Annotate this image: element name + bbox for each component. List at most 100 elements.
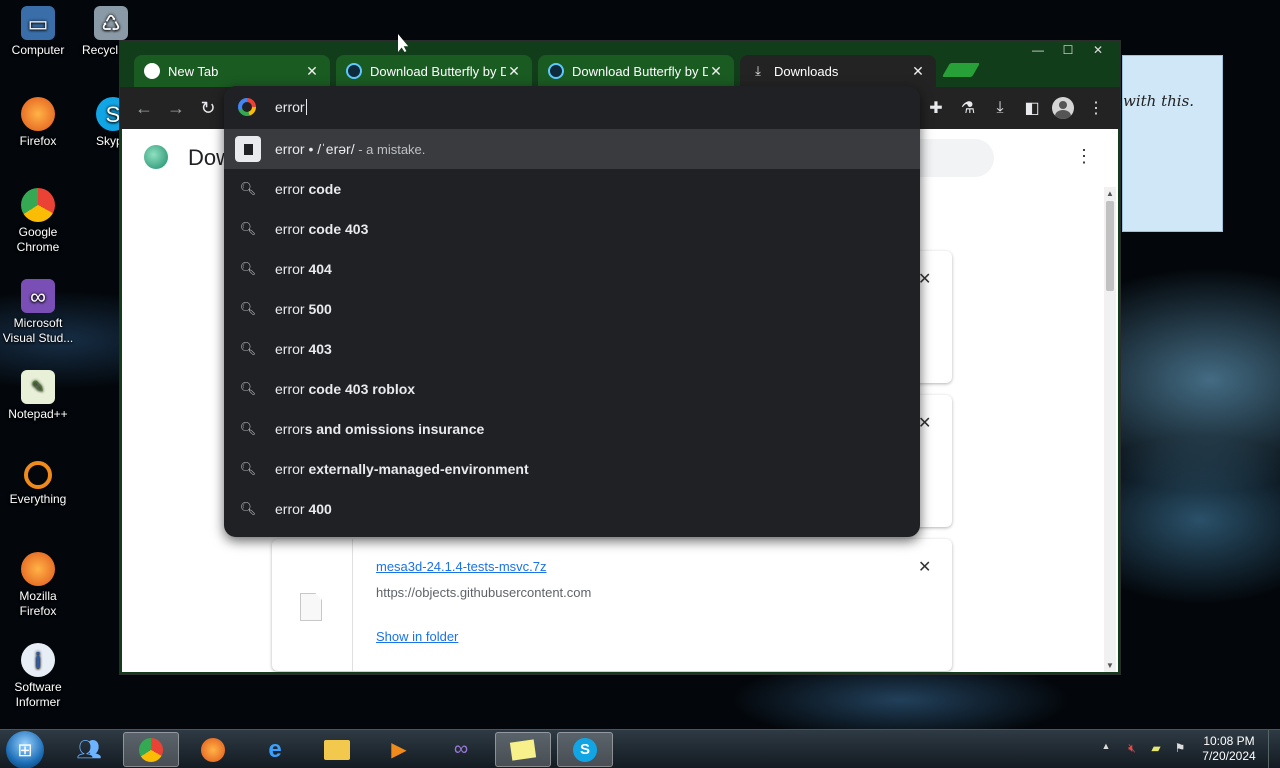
tab-close-icon[interactable]: ✕ [910,63,926,80]
remove-download-icon[interactable]: ✕ [918,413,931,433]
suggestion-item[interactable]: 🔍︎ error externally-managed-environment [224,449,920,489]
taskbar-skype[interactable]: S [557,732,613,767]
google-logo-icon [238,98,256,116]
tab-downloads[interactable]: ⤓ Downloads ✕ [740,55,936,87]
tab-close-icon[interactable]: ✕ [708,63,724,80]
forward-arrow-icon[interactable]: → [164,96,188,120]
download-icon: ⤓ [755,63,761,78]
page-scrollbar[interactable]: ▲ ▼ [1104,187,1116,672]
scroll-down-arrow-icon[interactable]: ▼ [1104,661,1116,670]
messenger-icon: 👥︎ [76,739,102,761]
tab-download-butterfly-2[interactable]: Download Butterfly by D ✕ [538,55,734,87]
search-icon: 🔍︎ [239,421,257,436]
firefox-icon [201,737,225,762]
suggestion-item[interactable]: 🔍︎ error code 403 roblox [224,369,920,409]
suggestion-item[interactable]: 🔍︎ error 403 [224,329,920,369]
butterfly-icon [346,63,362,79]
remove-download-icon[interactable]: ✕ [918,557,931,577]
action-center-icon[interactable]: ▰ [1148,741,1164,755]
firefox-icon [21,552,55,586]
desktop-icon-skype[interactable]: S Skyp [82,97,130,149]
tab-download-butterfly-1[interactable]: Download Butterfly by D ✕ [336,55,532,87]
everything-search-icon [24,461,52,489]
desktop-icon-firefox[interactable]: Firefox [0,97,76,149]
search-icon: 🔍︎ [239,221,257,236]
scroll-up-arrow-icon[interactable]: ▲ [1104,189,1116,198]
show-hidden-icons-chevron-icon[interactable]: ▲ [1098,741,1114,751]
flag-icon[interactable]: ⚑ [1172,741,1188,755]
tab-close-icon[interactable]: ✕ [506,63,522,80]
extensions-puzzle-icon[interactable]: ✚ [924,96,948,120]
system-clock[interactable]: 10:08 PM 7/20/2024 [1196,734,1262,764]
suggestion-dictionary[interactable]: error • /ˈerər/ - a mistake. [224,129,920,169]
suggestion-item[interactable]: 🔍︎ error 400 [224,489,920,529]
download-icon[interactable]: ⤓ [988,96,1012,120]
desktop-icon-visual-studio[interactable]: ∞ Microsoft Visual Stud... [0,279,76,346]
desktop-icon-software-informer[interactable]: i Software Informer [0,643,76,710]
suggestion-item[interactable]: 🔍︎ error 404 [224,249,920,289]
maximize-icon[interactable]: ☐ [1054,41,1082,59]
new-tab-button[interactable] [941,63,981,77]
search-icon: 🔍︎ [239,461,257,476]
taskbar-messenger[interactable]: 👥︎ [61,732,117,767]
suggestion-item[interactable]: 🔍︎ error 500 [224,289,920,329]
taskbar-media-player[interactable]: ▶ [371,732,427,767]
page-kebab-menu-icon[interactable]: ⋮ [1074,145,1094,167]
desktop-icon-google-chrome[interactable]: Google Chrome [0,188,76,255]
media-player-icon: ▶ [391,739,407,761]
taskbar-file-explorer[interactable] [309,732,365,767]
internet-explorer-icon: e [268,735,282,763]
desktop-icon-computer[interactable]: ▭ Computer [0,6,76,58]
downloads-logo-icon [144,145,168,169]
back-arrow-icon[interactable]: ← [132,96,156,120]
desktop-icon-notepad-plus-plus[interactable]: ✎ Notepad++ [0,370,76,422]
sticky-note-text: with this. [1123,92,1195,110]
search-icon: 🔍︎ [239,181,257,196]
taskbar-sticky-notes[interactable] [495,732,551,767]
tab-new-tab[interactable]: New Tab ✕ [134,55,330,87]
taskbar: ⊞ 👥︎ e ▶ ∞ S ▲ 🔇︎ ▰ ⚑ 10:08 PM 7/20/2024 [0,729,1280,768]
omnibox-dropdown: error error • /ˈerər/ - a mistake. 🔍︎ er… [224,86,920,537]
desktop-icon-mozilla-firefox[interactable]: Mozilla Firefox [0,552,76,619]
lab-flask-icon[interactable]: ⚗ [956,96,980,120]
address-bar[interactable]: error [224,86,920,128]
close-icon[interactable]: ✕ [1084,41,1112,59]
taskbar-chrome[interactable] [123,732,179,767]
reload-icon[interactable]: ↻ [196,96,220,120]
suggestion-item[interactable]: 🔍︎ error code [224,169,920,209]
suggestion-item[interactable]: 🔍︎ errors and omissions insurance [224,409,920,449]
desktop-icon-everything[interactable]: Everything [0,461,76,507]
chrome-icon [21,188,55,222]
file-icon [300,593,322,621]
kebab-menu-icon[interactable]: ⋮ [1084,96,1108,120]
dictionary-icon [235,136,261,162]
chrome-icon [139,737,163,762]
scroll-thumb[interactable] [1106,201,1114,291]
side-panel-icon[interactable]: ◧ [1020,96,1044,120]
butterfly-icon [548,63,564,79]
taskbar-internet-explorer[interactable]: e [247,732,303,767]
notepad-plus-plus-icon: ✎ [21,370,55,404]
minimize-icon[interactable]: — [1024,41,1052,59]
address-bar-input[interactable]: error [275,99,307,115]
tab-close-icon[interactable]: ✕ [304,63,320,80]
taskbar-firefox[interactable] [185,732,241,767]
show-in-folder-link[interactable]: Show in folder [376,629,458,644]
profile-avatar[interactable] [1052,97,1074,119]
download-item: mesa3d-24.1.4-tests-msvc.7z https://obje… [272,539,952,671]
sticky-notes-icon [509,738,537,761]
download-file-name[interactable]: mesa3d-24.1.4-tests-msvc.7z [376,559,547,574]
visual-studio-icon: ∞ [453,738,469,760]
chat-bubble-icon [144,63,160,79]
start-button[interactable]: ⊞ [6,731,44,768]
taskbar-visual-studio[interactable]: ∞ [433,732,489,767]
volume-muted-icon[interactable]: 🔇︎ [1124,741,1140,756]
firefox-icon [21,97,55,131]
visual-studio-icon: ∞ [21,279,55,313]
suggestion-item[interactable]: 🔍︎ error code 403 [224,209,920,249]
show-desktop-button[interactable] [1268,730,1280,768]
sticky-note[interactable]: with this. [1122,55,1223,232]
remove-download-icon[interactable]: ✕ [918,269,931,289]
recycle-bin-icon: ♺ [94,6,128,40]
search-icon: 🔍︎ [239,501,257,516]
